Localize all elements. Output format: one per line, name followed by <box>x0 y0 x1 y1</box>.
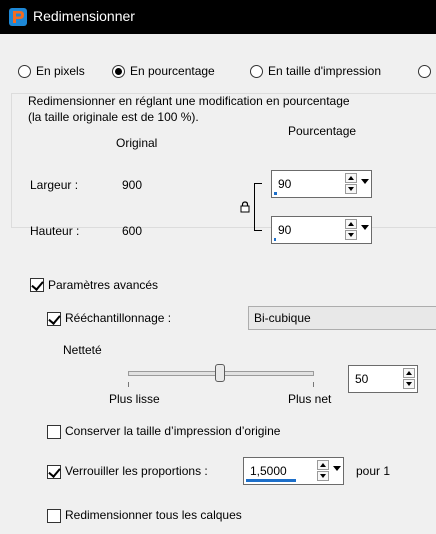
title-bar: Redimensionner <box>0 0 436 34</box>
resample-method-value: Bi-cubique <box>254 311 311 325</box>
percent-header: Pourcentage <box>288 124 357 138</box>
lock-icon[interactable] <box>240 201 250 213</box>
ratio-indicator <box>246 479 296 482</box>
spin-down-button[interactable] <box>345 230 357 240</box>
resample-checkbox[interactable] <box>47 312 61 326</box>
sharpness-min-label: Plus lisse <box>109 392 160 406</box>
slider-tick <box>313 382 314 387</box>
dropdown-arrow-icon[interactable] <box>359 173 370 195</box>
keep-print-size-checkbox[interactable] <box>47 425 61 439</box>
sharpness-value-field[interactable]: 50 <box>348 365 418 393</box>
width-percent-indicator <box>274 192 277 195</box>
ratio-suffix: pour 1 <box>356 464 391 478</box>
original-header: Original <box>116 136 158 150</box>
width-spinner[interactable] <box>345 173 357 195</box>
radio-percent-label[interactable]: En pourcentage <box>130 64 215 78</box>
sharpness-slider-thumb[interactable] <box>215 364 225 382</box>
radio-print-size-label[interactable]: En taille d'impression <box>268 64 381 78</box>
spin-up-button[interactable] <box>345 219 357 229</box>
sharpness-spinner[interactable] <box>403 368 415 390</box>
spin-down-button[interactable] <box>403 379 415 389</box>
app-icon <box>9 8 27 26</box>
width-percent-value: 90 <box>278 177 292 191</box>
radio-pixels-label[interactable]: En pixels <box>36 64 85 78</box>
radio-percent[interactable] <box>112 65 125 78</box>
spin-down-button[interactable] <box>345 184 357 194</box>
sharpness-max-label: Plus net <box>288 392 332 406</box>
width-label: Largeur : <box>30 178 79 192</box>
radio-pixels[interactable] <box>18 65 31 78</box>
width-original-value: 900 <box>122 178 143 192</box>
ratio-field[interactable]: 1,5000 <box>243 457 344 485</box>
spin-up-button[interactable] <box>345 173 357 183</box>
spin-down-button[interactable] <box>317 471 329 481</box>
slider-tick <box>128 382 129 387</box>
resize-all-layers-label[interactable]: Redimensionner tous les calques <box>65 508 242 522</box>
sharpness-value: 50 <box>355 372 369 386</box>
ratio-value: 1,5000 <box>250 464 287 478</box>
height-original-value: 600 <box>122 224 143 238</box>
resample-label[interactable]: Rééchantillonnage : <box>65 311 171 325</box>
height-label: Hauteur : <box>30 224 80 238</box>
description-line2: (la taille originale est de 100 %). <box>28 110 199 124</box>
link-bracket <box>254 183 262 231</box>
lock-ratio-label[interactable]: Verrouiller les proportions : <box>65 464 208 478</box>
height-percent-indicator <box>274 238 276 241</box>
radio-print-size[interactable] <box>250 65 263 78</box>
dropdown-arrow-icon[interactable] <box>331 460 342 482</box>
lock-ratio-checkbox[interactable] <box>47 465 61 479</box>
description-line1: Redimensionner en réglant une modificati… <box>28 94 350 108</box>
keep-print-size-label[interactable]: Conserver la taille d’impression d’origi… <box>65 424 280 438</box>
ratio-spinner[interactable] <box>317 460 329 482</box>
height-spinner[interactable] <box>345 219 357 241</box>
spin-up-button[interactable] <box>403 368 415 378</box>
height-percent-field[interactable]: 90 <box>271 216 372 244</box>
spin-up-button[interactable] <box>317 460 329 470</box>
height-percent-value: 90 <box>278 223 292 237</box>
sharpness-label: Netteté <box>63 343 102 357</box>
radio-more[interactable] <box>418 65 431 78</box>
window-title: Redimensionner <box>33 8 135 24</box>
resize-all-layers-checkbox[interactable] <box>47 509 61 523</box>
dropdown-arrow-icon[interactable] <box>359 219 370 241</box>
resample-method-select[interactable]: Bi-cubique <box>248 306 436 330</box>
width-percent-field[interactable]: 90 <box>271 170 372 198</box>
advanced-settings-label[interactable]: Paramètres avancés <box>48 278 158 292</box>
advanced-settings-checkbox[interactable] <box>30 278 44 292</box>
